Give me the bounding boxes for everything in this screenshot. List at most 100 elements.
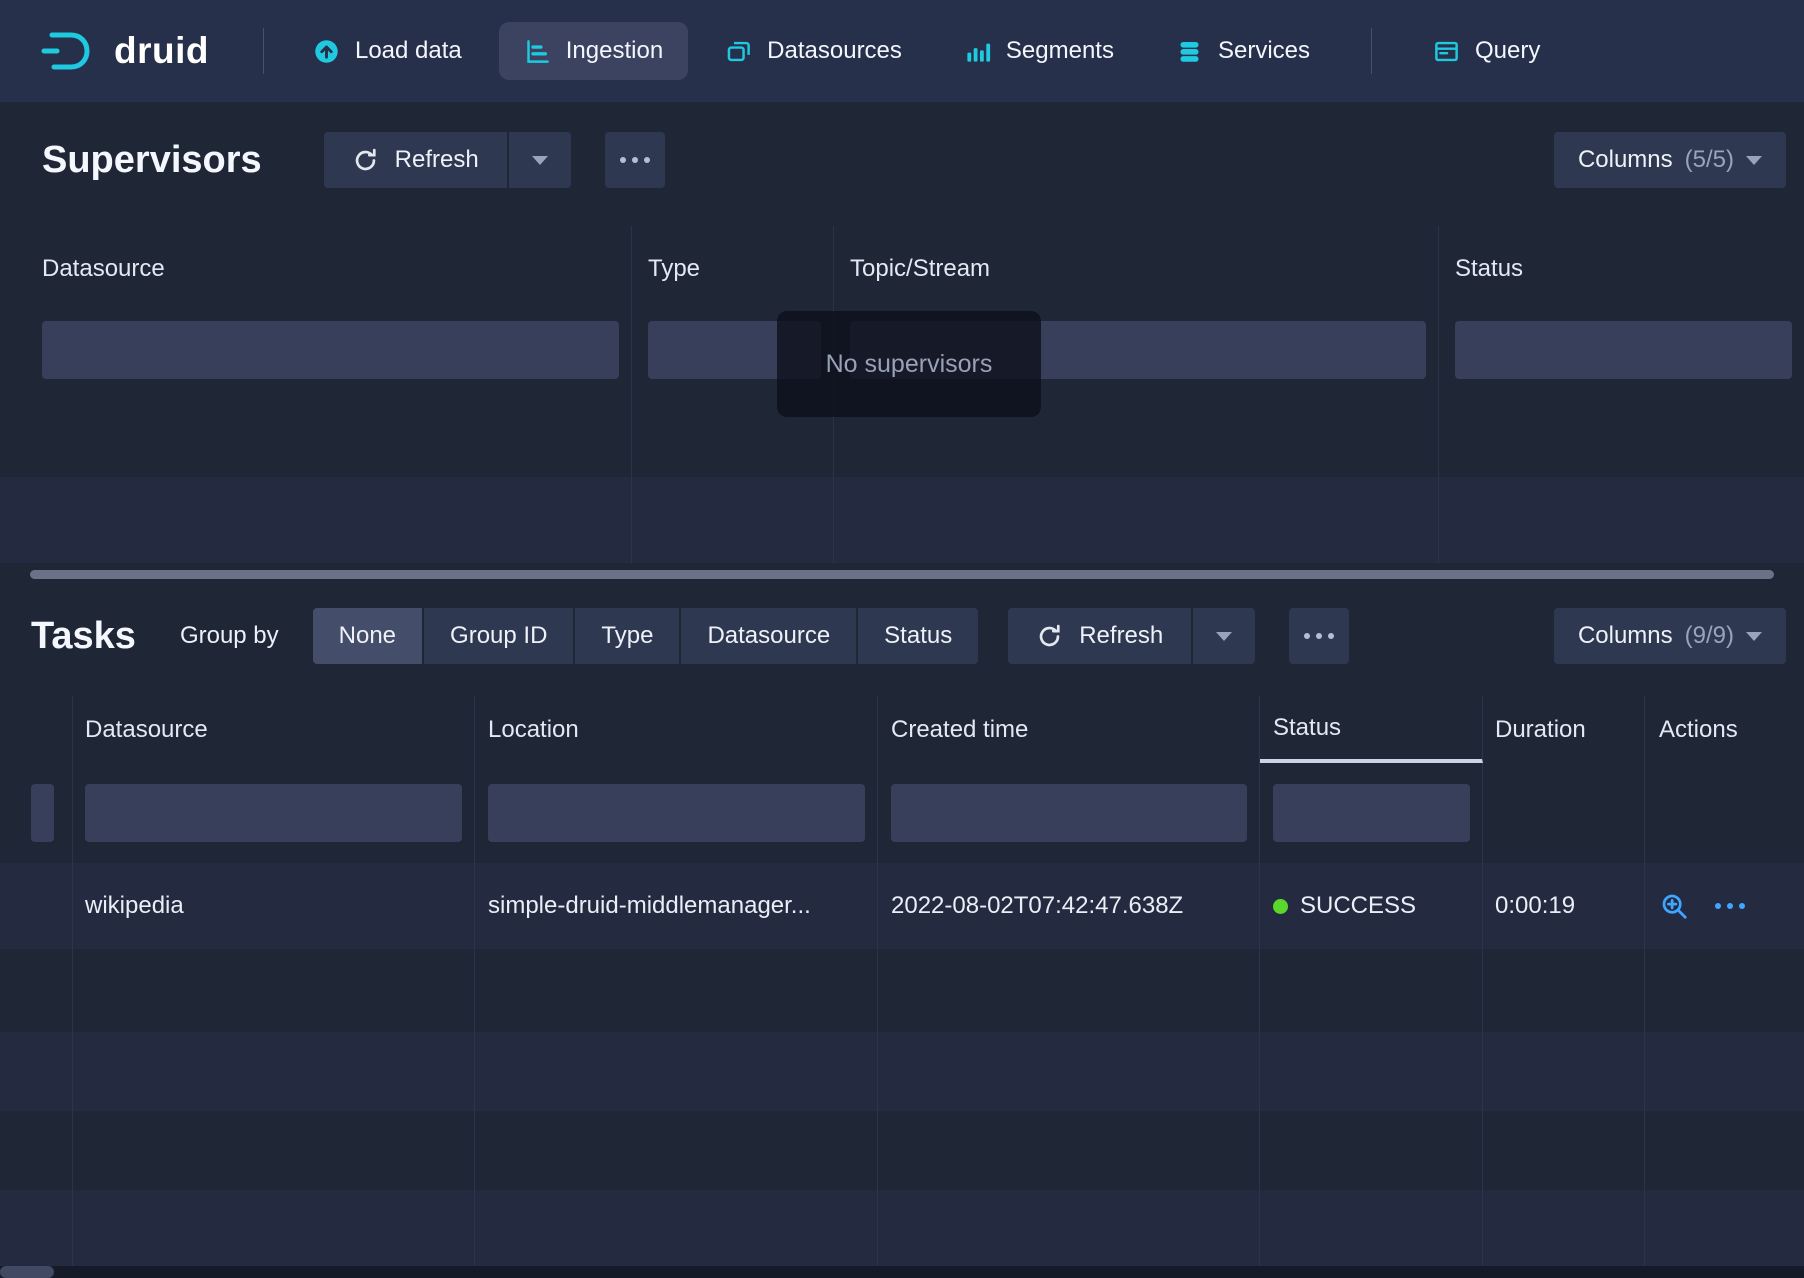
refresh-label: Refresh [395,146,479,174]
status-filter-input[interactable] [1273,784,1470,842]
brand[interactable]: druid [40,30,209,72]
group-by-datasource-button[interactable]: Datasource [681,608,856,664]
tasks-table: Datasource Location Created time Status … [0,696,1804,1268]
datasource-filter-input[interactable] [85,784,462,842]
supervisors-refresh-dropdown-button[interactable] [509,132,571,188]
filter-cell [1483,763,1645,863]
ingestion-icon [524,38,551,65]
bottom-scrollbar-track[interactable] [0,1266,1804,1278]
empty-cell [878,1111,1260,1190]
horizontal-scrollbar[interactable] [30,570,1774,579]
group-by-type-button[interactable]: Type [575,608,679,664]
supervisors-more-button[interactable] [605,132,665,188]
empty-cell [1439,389,1804,477]
nav-item-label: Services [1218,37,1310,65]
tasks-refresh-dropdown-button[interactable] [1193,608,1255,664]
created-time-filter-input[interactable] [891,784,1247,842]
group-by-status-button[interactable]: Status [858,608,978,664]
task-datasource: wikipedia [73,863,475,949]
empty-cell [0,1032,73,1111]
empty-cell [475,949,878,1032]
filter-cell [878,763,1260,863]
columns-count: (5/5) [1685,146,1734,174]
empty-cell [1439,477,1804,563]
column-header-blank [0,696,73,763]
refresh-icon [1036,623,1063,650]
task-duration: 0:00:19 [1483,863,1645,949]
empty-cell [73,1111,475,1190]
column-header-location[interactable]: Location [475,696,878,763]
chevron-down-icon [1746,156,1762,165]
empty-cell [475,1032,878,1111]
more-icon [1304,633,1334,639]
supervisors-refresh-button[interactable]: Refresh [324,132,507,188]
group-by-none-button[interactable]: None [313,608,422,664]
nav-item-label: Segments [1006,37,1114,65]
column-header-actions[interactable]: Actions [1645,696,1804,763]
task-row-cell-blank [0,863,73,949]
datasource-filter-input[interactable] [42,321,619,379]
columns-label: Columns [1578,146,1673,174]
nav-item-datasources[interactable]: Datasources [700,22,927,80]
segments-icon [964,38,991,65]
datasources-icon [725,38,752,65]
column-header-topic-stream[interactable]: Topic/Stream [834,226,1439,311]
tasks-refresh-button[interactable]: Refresh [1008,608,1191,664]
empty-cell [0,949,73,1032]
filter-cell [73,763,475,863]
supervisors-columns-button[interactable]: Columns (5/5) [1554,132,1786,188]
empty-cell [1260,949,1483,1032]
column-header-datasource[interactable]: Datasource [73,696,475,763]
tasks-columns-button[interactable]: Columns (9/9) [1554,608,1786,664]
status-filter-input[interactable] [1455,321,1792,379]
column-header-duration[interactable]: Duration [1483,696,1645,763]
empty-cell [1260,1111,1483,1190]
nav-items: Load data Ingestion [288,22,1565,80]
hidden-column-filter-input[interactable] [31,784,54,842]
bottom-scrollbar-thumb[interactable] [0,1266,54,1278]
group-by-group-id-button[interactable]: Group ID [424,608,573,664]
nav-item-ingestion[interactable]: Ingestion [499,22,688,80]
magnifier-icon[interactable] [1659,891,1689,921]
empty-cell [1260,1032,1483,1111]
navbar-divider [263,28,264,74]
nav-item-segments[interactable]: Segments [939,22,1139,80]
druid-logo-icon [40,30,98,72]
empty-cell [73,949,475,1032]
nav-item-label: Ingestion [566,37,663,65]
empty-cell [475,1190,878,1268]
upload-icon [313,38,340,65]
empty-cell [1645,949,1804,1032]
empty-cell [1645,1111,1804,1190]
task-status: SUCCESS [1260,863,1483,949]
chevron-down-icon [532,156,548,165]
tasks-more-button[interactable] [1289,608,1349,664]
column-header-created-time[interactable]: Created time [878,696,1260,763]
empty-cell [0,1190,73,1268]
brand-name: druid [114,30,209,72]
filter-cell [1439,311,1804,389]
no-supervisors-message: No supervisors [777,311,1041,417]
empty-cell [632,477,834,563]
filter-cell [1645,763,1804,863]
query-icon [1433,38,1460,65]
filter-cell [1260,763,1483,863]
column-header-status[interactable]: Status [1439,226,1804,311]
filter-cell [0,311,632,389]
column-header-status-sorted[interactable]: Status [1260,696,1483,763]
nav-item-label: Query [1475,37,1540,65]
nav-item-load-data[interactable]: Load data [288,22,487,80]
status-label: SUCCESS [1300,892,1416,920]
empty-cell [1645,1032,1804,1111]
column-header-datasource[interactable]: Datasource [0,226,632,311]
empty-cell [0,1111,73,1190]
supervisors-toolbar: Supervisors Refresh Columns (5/5) [42,132,1786,188]
group-by-button-group: None Group ID Type Datasource Status [313,608,979,664]
column-header-type[interactable]: Type [632,226,834,311]
empty-cell [475,1111,878,1190]
columns-label: Columns [1578,622,1673,650]
nav-item-services[interactable]: Services [1151,22,1335,80]
row-more-icon[interactable] [1715,903,1745,909]
location-filter-input[interactable] [488,784,865,842]
nav-item-query[interactable]: Query [1408,22,1565,80]
